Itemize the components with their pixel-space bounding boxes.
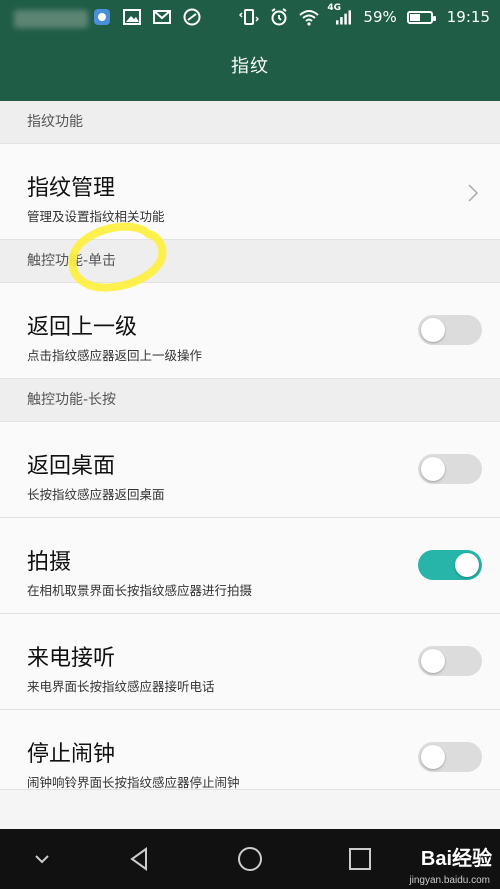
clock-time: 19:15 [446,8,490,26]
battery-icon [406,10,436,24]
recents-square-icon [349,848,371,870]
toggle-return-home[interactable] [418,454,482,484]
item-subtitle: 长按指纹感应器返回桌面 [27,487,165,502]
signal-4g-icon: 4G [327,3,353,27]
wifi-icon [299,7,320,27]
item-return-home: 返回桌面 长按指纹感应器返回桌面 [0,422,500,518]
baidu-watermark: Bai经验 [420,848,492,870]
toggle-knob [421,745,445,769]
back-button[interactable] [124,843,156,875]
app-header: 4G 59% 19:15 指纹 [0,0,500,101]
item-title: 停止闹钟 [27,742,116,767]
mail-icon [152,7,172,27]
item-subtitle: 来电界面长按指纹感应器接听电话 [27,679,215,694]
toggle-back-one-level[interactable] [418,315,482,345]
blurred-notification-icons [14,10,88,28]
item-answer-call: 来电接听 来电界面长按指纹感应器接听电话 [0,614,500,710]
collapse-nav-button[interactable] [26,843,58,875]
home-circle-icon [238,847,262,871]
network-type-label: 4G [327,3,342,13]
item-subtitle: 点击指纹感应器返回上一级操作 [27,348,203,363]
battery-percent: 59% [363,8,397,26]
recents-button[interactable] [344,843,376,875]
back-triangle-icon [130,847,147,871]
app-notification-icon [92,7,112,27]
toggle-knob [455,553,479,577]
toggle-knob [421,649,445,673]
circle-app-icon [182,7,202,27]
toggle-stop-alarm[interactable] [418,742,482,772]
vibrate-icon [239,7,260,27]
item-title: 返回桌面 [27,454,116,479]
item-subtitle: 闹钟响铃界面长按指纹感应器停止闹钟 [27,775,240,790]
item-stop-alarm: 停止闹钟 闹钟响铃界面长按指纹感应器停止闹钟 [0,710,500,790]
section-header-fingerprint: 指纹功能 [0,101,500,144]
item-capture-photo: 拍摄 在相机取景界面长按指纹感应器进行拍摄 [0,518,500,614]
item-title: 返回上一级 [27,315,138,340]
status-bar: 4G 59% 19:15 [0,0,500,36]
item-title: 指纹管理 [27,176,116,201]
toggle-answer-call[interactable] [418,646,482,676]
toggle-capture-photo[interactable] [418,550,482,580]
battery-fill [409,13,421,21]
notification-icons [92,7,202,27]
item-subtitle: 在相机取景界面长按指纹感应器进行拍摄 [27,583,253,598]
settings-list: 指纹功能 指纹管理 管理及设置指纹相关功能 触控功能-单击 返回上一级 点击指纹… [0,101,500,790]
yellow-highlight-circle [68,222,167,292]
navigation-bar: Bai经验 jingyan.baidu.com [0,829,500,889]
home-button[interactable] [234,843,266,875]
toggle-knob [421,318,445,342]
item-title: 来电接听 [27,646,116,671]
baidu-watermark-url: jingyan.baidu.com [409,875,490,886]
system-status-icons: 4G 59% 19:15 [239,3,490,27]
toggle-knob [421,457,445,481]
chevron-down-icon [35,855,49,864]
page-title: 指纹 [231,56,269,77]
section-header-touch-long-press: 触控功能-长按 [0,379,500,422]
alarm-icon [269,7,289,27]
chevron-right-icon [468,184,479,202]
item-title: 拍摄 [27,550,72,575]
image-icon [122,7,142,27]
